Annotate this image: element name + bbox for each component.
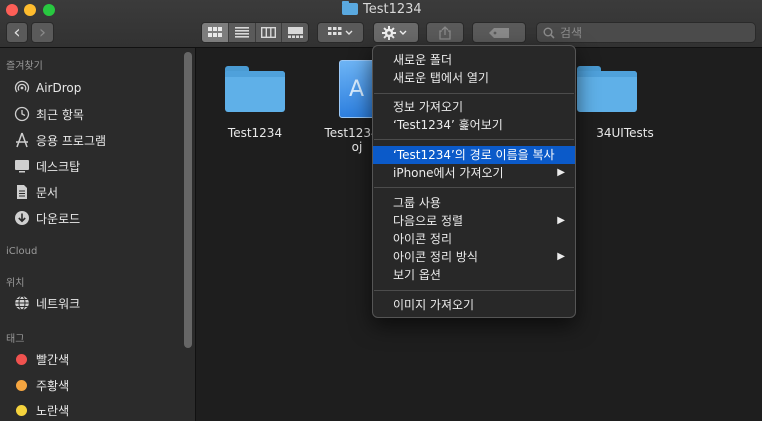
orange-tag-dot-icon (16, 379, 27, 391)
gallery-view-button[interactable] (282, 23, 308, 42)
sidebar-item-airdrop[interactable]: AirDrop (13, 78, 81, 98)
zoom-window-button[interactable] (43, 4, 55, 16)
column-view-icon (260, 27, 276, 38)
menu-item-open-in-new-tab[interactable]: 새로운 탭에서 열기 (373, 69, 575, 87)
red-tag-dot-icon (16, 353, 27, 365)
gear-icon (382, 25, 407, 40)
sidebar-item-label: AirDrop (36, 81, 82, 95)
submenu-arrow-icon: ▶ (557, 215, 565, 226)
window-title-text: Test1234 (363, 1, 422, 17)
icon-view-button[interactable] (202, 23, 229, 42)
folder-icon (225, 66, 285, 112)
network-icon (13, 295, 30, 312)
back-button[interactable]: ‹ (6, 22, 28, 43)
sidebar-item-label: 최근 항목 (36, 107, 84, 122)
sidebar-item-label: 데스크탑 (36, 159, 81, 174)
menu-item-show-view-options[interactable]: 보기 옵션 (373, 266, 575, 284)
sidebar-item-label: 노란색 (36, 403, 70, 418)
xcode-project-icon (339, 60, 375, 118)
menu-separator (374, 139, 574, 140)
sidebar-item-label: 응용 프로그램 (36, 133, 107, 148)
sidebar-section-tags: 태그 (6, 334, 25, 345)
share-icon (439, 25, 451, 40)
file-name: Test1234 (227, 126, 283, 140)
column-view-button[interactable] (256, 23, 283, 42)
minimize-window-button[interactable] (24, 4, 36, 16)
yellow-tag-dot-icon (16, 404, 27, 416)
menu-item-copy-path[interactable]: ‘Test1234’의 경로 이름을 복사 (373, 146, 575, 164)
menu-item-quick-look[interactable]: ‘Test1234’ 훑어보기 (373, 116, 575, 134)
file-item-folder[interactable]: Test1234 (210, 66, 300, 140)
search-placeholder: 검색 (560, 26, 583, 40)
sidebar-item-applications[interactable]: 응용 프로그램 (13, 130, 106, 150)
sidebar-item-tag-yellow[interactable]: 노란색 (13, 400, 69, 420)
sidebar-item-downloads[interactable]: 다운로드 (13, 208, 80, 228)
sidebar: 즐겨찾기 AirDrop 최근 항목 응용 프로그램 데스크탑 문서 다운로드 (0, 48, 196, 421)
sidebar-item-label: 주황색 (36, 378, 70, 393)
file-name: 34UITests (596, 126, 654, 140)
icon-view-icon (207, 27, 222, 37)
sidebar-item-tag-orange[interactable]: 주황색 (13, 375, 69, 395)
sidebar-item-label: 다운로드 (36, 211, 81, 226)
menu-item-label: 아이콘 정리 방식 (393, 250, 478, 264)
menu-item-new-folder[interactable]: 새로운 폴더 (373, 51, 575, 69)
menu-separator (374, 187, 574, 188)
sidebar-item-label: 빨간색 (36, 352, 70, 367)
menu-item-import-image[interactable]: 이미지 가져오기 (373, 296, 575, 314)
menu-item-sort-by[interactable]: 다음으로 정렬 ▶ (373, 212, 575, 230)
forward-button[interactable]: › (31, 22, 54, 43)
folder-icon (577, 66, 637, 112)
menu-item-label: iPhone에서 가져오기 (393, 166, 504, 180)
sidebar-section-icloud: iCloud (6, 246, 38, 257)
menu-item-import-from-iphone[interactable]: iPhone에서 가져오기 ▶ (373, 164, 575, 182)
chevron-right-icon: › (38, 21, 47, 43)
menu-separator (374, 290, 574, 291)
sidebar-item-label: 문서 (36, 185, 59, 200)
search-icon (543, 27, 555, 39)
action-menu-button[interactable] (373, 22, 419, 43)
airdrop-icon (13, 80, 30, 97)
edit-tags-button[interactable] (472, 22, 526, 43)
sidebar-section-favorites: 즐겨찾기 (6, 61, 43, 72)
group-by-button[interactable] (317, 22, 364, 43)
chevron-left-icon: ‹ (13, 21, 21, 43)
sidebar-item-desktop[interactable]: 데스크탑 (13, 156, 80, 176)
clock-icon (13, 106, 30, 123)
tag-icon (489, 27, 509, 38)
sidebar-item-network[interactable]: 네트워크 (13, 293, 80, 313)
toolbar: Test1234 ‹ › 검색 (0, 0, 762, 48)
group-icon (327, 27, 352, 35)
view-mode-segmented-control (201, 22, 309, 43)
download-icon (13, 210, 30, 227)
folder-icon (342, 1, 358, 15)
sidebar-item-tag-red[interactable]: 빨간색 (13, 349, 69, 369)
sidebar-section-locations: 위치 (6, 278, 25, 289)
menu-separator (374, 93, 574, 94)
sidebar-scrollbar[interactable] (184, 52, 192, 348)
menu-item-get-info[interactable]: 정보 가져오기 (373, 98, 575, 116)
sidebar-item-documents[interactable]: 문서 (13, 182, 58, 202)
submenu-arrow-icon: ▶ (557, 251, 565, 262)
close-window-button[interactable] (6, 4, 18, 16)
window-title: Test1234 (342, 0, 422, 18)
sidebar-item-recents[interactable]: 최근 항목 (13, 104, 84, 124)
sidebar-item-label: 네트워크 (36, 296, 81, 311)
submenu-arrow-icon: ▶ (557, 167, 565, 178)
applications-icon (13, 132, 30, 149)
document-icon (13, 184, 30, 201)
list-view-button[interactable] (229, 23, 256, 42)
desktop-icon (13, 158, 30, 175)
action-context-menu: 새로운 폴더 새로운 탭에서 열기 정보 가져오기 ‘Test1234’ 훑어보… (372, 45, 576, 318)
menu-item-clean-up[interactable]: 아이콘 정리 (373, 230, 575, 248)
share-button[interactable] (426, 22, 464, 43)
gallery-view-icon (287, 27, 303, 38)
menu-item-clean-up-by[interactable]: 아이콘 정리 방식 ▶ (373, 248, 575, 266)
list-view-icon (234, 27, 249, 38)
menu-item-label: 다음으로 정렬 (393, 214, 464, 228)
search-field[interactable]: 검색 (536, 22, 756, 43)
menu-item-use-groups[interactable]: 그룹 사용 (373, 194, 575, 212)
